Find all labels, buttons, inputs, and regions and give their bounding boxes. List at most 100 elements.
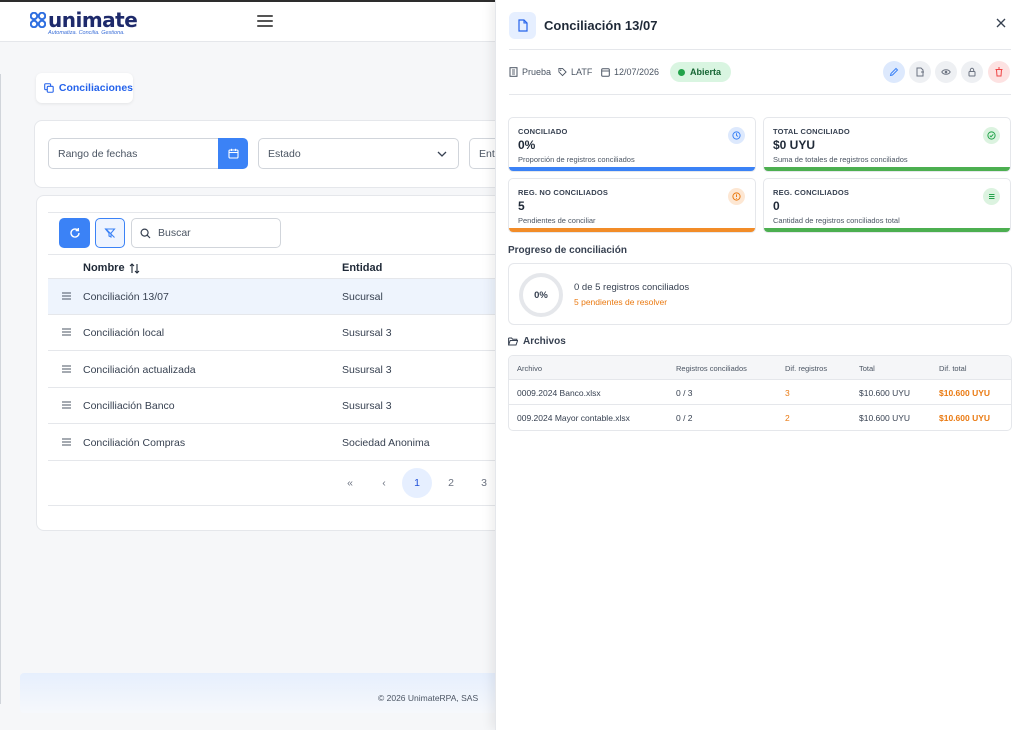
file-dif-registros: 3 — [785, 388, 790, 398]
close-icon[interactable] — [994, 16, 1008, 30]
column-nombre[interactable]: Nombre — [83, 262, 140, 274]
file-registros: 0 / 2 — [676, 413, 693, 423]
col-registros: Registros conciliados — [676, 364, 747, 373]
cell-nombre: Conciliación 13/07 — [83, 291, 169, 303]
table-header: Nombre Entidad — [48, 254, 508, 279]
drag-handle-icon[interactable] — [62, 438, 71, 446]
building-icon — [509, 67, 518, 77]
pager-page-2[interactable]: 2 — [436, 468, 466, 498]
files-table: Archivo Registros conciliados Dif. regis… — [508, 355, 1012, 431]
stat-description: Proporción de registros conciliados — [518, 155, 635, 164]
meta-tag: LATF — [558, 67, 592, 77]
meta-fecha: 12/07/2026 — [601, 67, 659, 77]
document-icon — [517, 19, 528, 32]
col-total: Total — [859, 364, 875, 373]
files-title: Archivos — [508, 336, 566, 347]
drag-handle-icon[interactable] — [62, 328, 71, 336]
status-badge: Abierta — [670, 62, 732, 82]
file-dif-registros: 2 — [785, 413, 790, 423]
clear-filter-button[interactable] — [95, 218, 125, 248]
estado-select[interactable]: Estado — [258, 138, 459, 169]
document-icon-box — [509, 12, 536, 39]
pager-prev[interactable]: ‹ — [369, 468, 399, 498]
status-dot — [678, 68, 685, 76]
pager-first[interactable]: « — [335, 468, 365, 498]
date-range-placeholder: Rango de fechas — [58, 147, 138, 160]
drag-handle-icon[interactable] — [62, 401, 71, 409]
calendar-icon — [227, 148, 239, 159]
brand-name: unimate — [48, 8, 138, 32]
clock-icon — [728, 127, 745, 144]
file-dif-total: $10.600 UYU — [939, 413, 991, 423]
file-row[interactable]: 009.2024 Mayor contable.xlsx 0 / 2 2 $10.60… — [509, 405, 1011, 430]
filter-slash-icon — [104, 228, 116, 238]
progress-summary: 0 de 5 registros conciliados — [574, 282, 690, 293]
stat-label: REG. CONCILIADOS — [773, 188, 850, 197]
stat-card-total-conciliado: TOTAL CONCILIADO $0 UYU Suma de totales … — [763, 117, 1011, 172]
drawer-title: Conciliación 13/07 — [544, 18, 658, 33]
brand-tagline: Automatiza. Concilia. Gestiona. — [48, 30, 125, 36]
brand-logo[interactable]: unimate Automatiza. Concilia. Gestiona. — [30, 8, 170, 39]
stat-accent-bar — [764, 167, 1010, 171]
refresh-button[interactable] — [59, 218, 90, 248]
logo-mark-icon — [30, 12, 46, 28]
export-button[interactable] — [909, 61, 931, 83]
search-input[interactable]: Buscar — [131, 218, 281, 248]
table-card-divider — [48, 212, 508, 213]
column-nombre-label: Nombre — [83, 262, 125, 274]
cell-entidad: Susursal 3 — [342, 400, 392, 413]
drawer-divider-2 — [509, 94, 1011, 95]
drawer-divider — [509, 49, 1011, 50]
file-name: 009.2024 Mayor contable.xlsx — [517, 413, 630, 423]
view-button[interactable] — [935, 61, 957, 83]
breadcrumb-conciliaciones[interactable]: Conciliaciones — [36, 73, 133, 103]
delete-button[interactable] — [988, 61, 1010, 83]
trash-icon — [995, 67, 1003, 77]
files-table-header: Archivo Registros conciliados Dif. regis… — [509, 356, 1011, 380]
table-row[interactable]: Conciliación Compras Sociedad Anonima — [48, 425, 508, 461]
progress-title: Progreso de conciliación — [508, 245, 627, 256]
eye-icon — [941, 69, 951, 75]
stat-label: CONCILIADO — [518, 127, 568, 136]
col-dif-registros: Dif. registros — [785, 364, 828, 373]
estado-placeholder: Estado — [268, 147, 301, 160]
pencil-icon — [889, 67, 899, 77]
cell-entidad: Susursal 3 — [342, 327, 392, 340]
drag-handle-icon[interactable] — [62, 365, 71, 373]
table-row[interactable]: Concilliación Banco Susursal 3 — [48, 388, 508, 425]
col-dif-total: Dif. total — [939, 364, 967, 373]
lock-button[interactable] — [961, 61, 983, 83]
stat-value: $0 UYU — [773, 138, 816, 152]
stat-card-conciliado: CONCILIADO 0% Proporción de registros co… — [508, 117, 756, 172]
table-row[interactable]: Conciliación local Susursal 3 — [48, 315, 508, 352]
col-archivo: Archivo — [517, 364, 543, 373]
stat-description: Pendientes de conciliar — [518, 216, 596, 225]
meta-fecha-label: 12/07/2026 — [614, 67, 660, 77]
cell-nombre: Conciliación local — [83, 327, 165, 340]
cell-entidad: Susursal 3 — [342, 363, 392, 376]
file-total: $10.600 UYU — [859, 413, 911, 423]
drag-handle-icon[interactable] — [62, 292, 71, 300]
meta-tag-label: LATF — [571, 67, 593, 77]
calendar-small-icon — [601, 68, 610, 77]
stat-value: 0 — [773, 199, 780, 213]
edit-button[interactable] — [883, 61, 905, 83]
folder-open-icon — [508, 337, 518, 346]
cell-entidad: Sociedad Anonima — [342, 436, 430, 449]
copy-icon — [44, 83, 54, 93]
table-row[interactable]: Conciliación 13/07 Sucursal — [48, 279, 508, 315]
column-entidad[interactable]: Entidad — [342, 262, 382, 274]
stat-description: Suma de totales de registros conciliados — [773, 155, 908, 164]
files-title-label: Archivos — [523, 336, 566, 347]
menu-toggle-icon[interactable] — [257, 15, 273, 29]
status-label: Abierta — [690, 67, 722, 77]
stat-value: 5 — [518, 199, 525, 213]
sort-icon — [129, 262, 139, 274]
tag-icon — [558, 67, 567, 77]
date-range-input[interactable]: Rango de fechas — [48, 138, 218, 169]
calendar-button[interactable] — [218, 138, 248, 169]
stat-accent-bar — [509, 167, 755, 171]
table-row[interactable]: Conciliación actualizada Susursal 3 — [48, 352, 508, 388]
pager-page-1[interactable]: 1 — [402, 468, 432, 498]
file-row[interactable]: 0009.2024 Banco.xlsx 0 / 3 3 $10.600 UYU $10… — [509, 380, 1011, 405]
